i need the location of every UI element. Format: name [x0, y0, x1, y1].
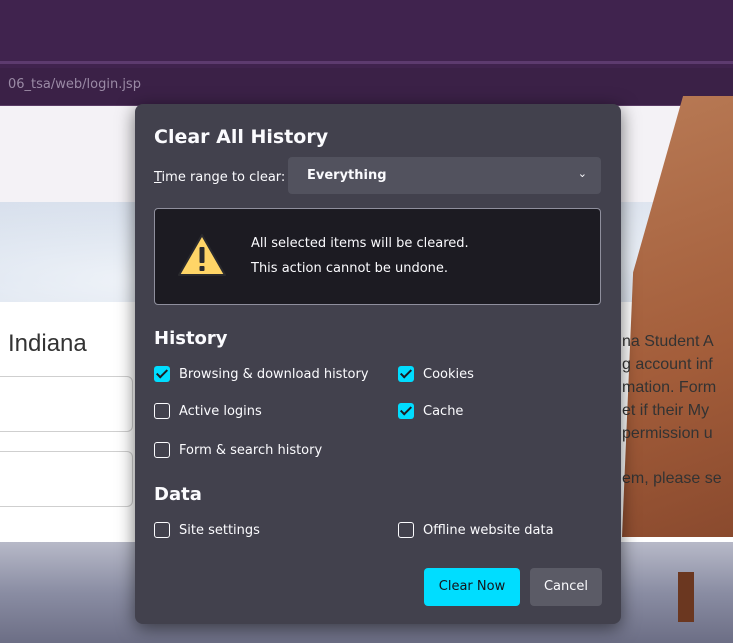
info-line: em, please se: [622, 470, 722, 487]
browser-toolbar: [0, 0, 733, 68]
checkbox-label: Offline website data: [423, 522, 554, 538]
warning-icon: [178, 234, 226, 276]
checkbox-label: Cookies: [423, 366, 474, 382]
info-line: na Student A: [622, 333, 714, 350]
info-line: et if their My: [622, 402, 710, 419]
checkbox-form-history[interactable]: Form & search history: [154, 440, 322, 460]
checkbox-label: Site settings: [179, 522, 260, 538]
checkbox[interactable]: [154, 403, 170, 419]
checkbox[interactable]: [398, 522, 414, 538]
time-range-label: Time range to clear:: [154, 170, 285, 185]
page-info-text: na Student A g account inf mation. Form …: [622, 330, 716, 445]
address-bar[interactable]: 06_tsa/web/login.jsp: [0, 68, 733, 106]
cancel-button[interactable]: Cancel: [530, 568, 602, 606]
building-window: [678, 572, 694, 622]
checkbox[interactable]: [398, 403, 414, 419]
clear-history-dialog: Clear All History Time range to clear: E…: [135, 104, 621, 624]
checkbox[interactable]: [154, 442, 170, 458]
checkbox-browsing-history[interactable]: Browsing & download history: [154, 364, 369, 384]
history-heading: History: [154, 328, 228, 349]
password-input[interactable]: [0, 451, 133, 507]
url-text[interactable]: 06_tsa/web/login.jsp: [8, 77, 141, 92]
checkbox[interactable]: [154, 522, 170, 538]
data-heading: Data: [154, 484, 202, 505]
time-range-value: Everything: [307, 168, 387, 183]
clear-now-button[interactable]: Clear Now: [424, 568, 520, 606]
checkbox-label: Browsing & download history: [179, 366, 369, 382]
checkbox-label: Form & search history: [179, 442, 323, 458]
checkbox-cache[interactable]: Cache: [398, 401, 463, 421]
access-key: T: [154, 170, 162, 185]
info-line: permission u: [622, 425, 713, 442]
chevron-down-icon: ⌄: [577, 167, 587, 180]
checkbox-active-logins[interactable]: Active logins: [154, 401, 262, 421]
time-range-label-text: ime range to clear:: [161, 170, 286, 185]
time-range-select[interactable]: Everything ⌄: [288, 157, 601, 194]
toolbar-divider: [0, 61, 733, 64]
warning-text: All selected items will be cleared.: [251, 236, 469, 251]
info-line: g account inf: [622, 356, 713, 373]
username-input[interactable]: [0, 376, 133, 432]
page-title: Indiana: [8, 330, 87, 357]
checkbox-cookies[interactable]: Cookies: [398, 364, 474, 384]
info-line: mation. Form: [622, 379, 717, 396]
dialog-title: Clear All History: [154, 126, 329, 148]
checkbox[interactable]: [398, 366, 414, 382]
warning-text: This action cannot be undone.: [251, 261, 449, 276]
checkbox-label: Cache: [423, 403, 464, 419]
warning-box: All selected items will be cleared. This…: [154, 208, 601, 305]
checkbox-label: Active logins: [179, 403, 262, 419]
checkbox[interactable]: [154, 366, 170, 382]
checkbox-site-settings[interactable]: Site settings: [154, 520, 260, 540]
checkbox-offline-data[interactable]: Offline website data: [398, 520, 554, 540]
